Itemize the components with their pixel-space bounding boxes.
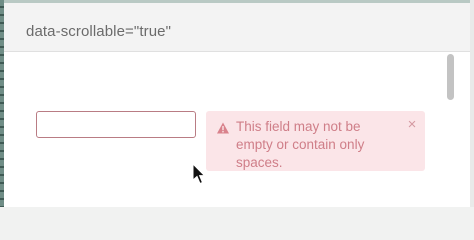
window-right-edge	[470, 0, 474, 207]
close-icon[interactable]: ×	[406, 117, 418, 132]
vertical-scrollbar[interactable]	[445, 54, 457, 204]
required-text-input[interactable]	[36, 111, 196, 138]
header-attribute-label: data-scrollable="true"	[26, 23, 172, 40]
warning-icon	[217, 122, 229, 134]
panel-header: data-scrollable="true"	[4, 3, 470, 51]
validation-error-tooltip: This field may not be empty or contain o…	[206, 111, 425, 171]
page-frame: data-scrollable="true" This field may no…	[0, 0, 474, 207]
scrollbar-thumb[interactable]	[447, 54, 454, 100]
validation-error-message: This field may not be empty or contain o…	[236, 119, 365, 170]
mouse-pointer-icon	[192, 163, 206, 185]
